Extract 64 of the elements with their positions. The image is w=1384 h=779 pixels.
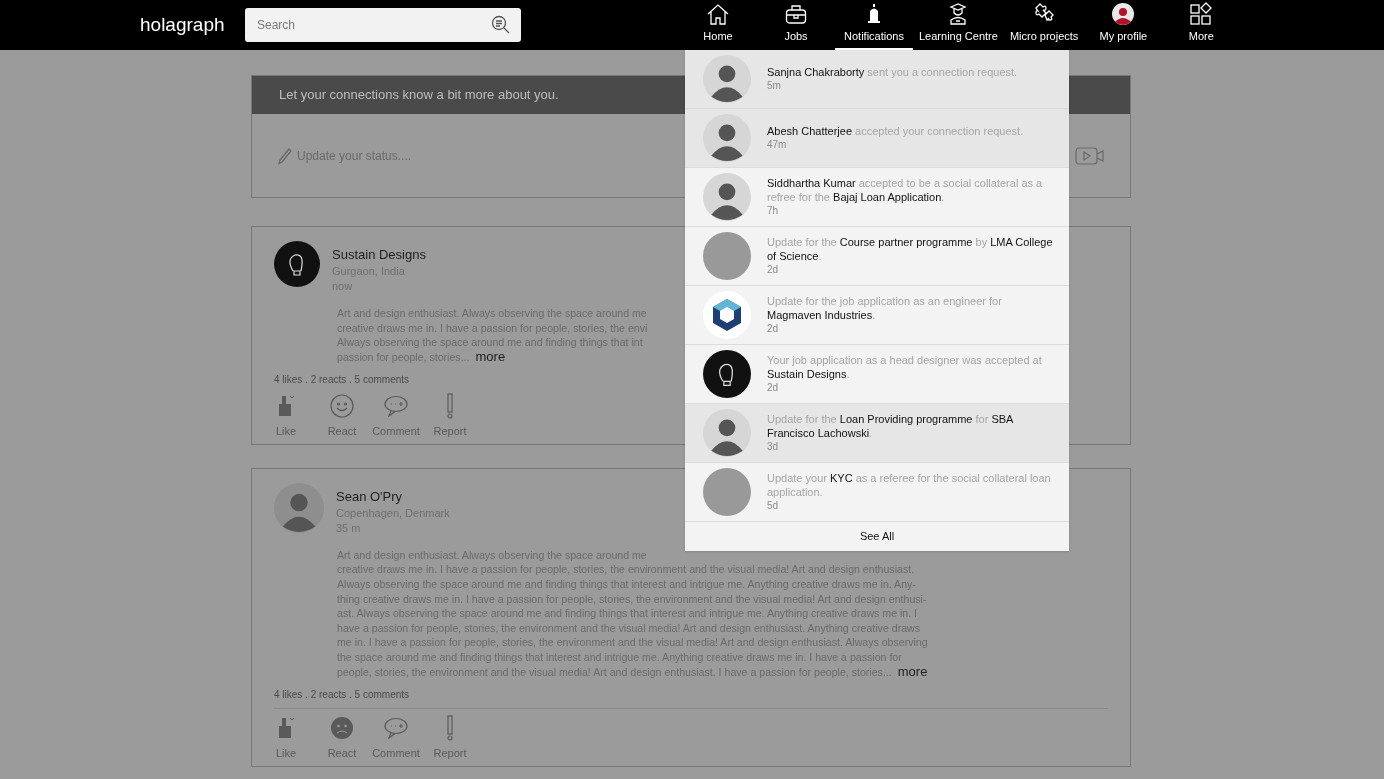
notification-time: 2d [767, 322, 780, 336]
notification-time: 5m [767, 79, 782, 93]
search-icon[interactable] [491, 15, 511, 35]
nav-tab[interactable]: Learning Centre [913, 0, 1004, 50]
nav-tab[interactable]: Jobs [757, 0, 835, 50]
exclamation-icon [446, 715, 454, 742]
graduate-icon [948, 1, 969, 26]
notification-item[interactable]: Abesh Chatterjee accepted your connection request. 47m [685, 109, 1069, 168]
notification-item[interactable]: Update for the job application as an engineer for Magmaven Industries. 2d [685, 286, 1069, 345]
avatar-silhouette [703, 114, 751, 162]
lightbulb-logo [274, 241, 320, 287]
notification-text: Sanjna Chakraborty sent you a connection request. [767, 65, 1018, 79]
avatar-silhouette [703, 173, 751, 221]
avatar-silhouette [703, 55, 751, 103]
notification-text: Update for the Course partner programme by LMA College of Science. [767, 235, 1054, 263]
pencil-icon [277, 146, 293, 165]
notification-item[interactable]: Sanjna Chakraborty sent you a connection request. 5m [685, 50, 1069, 109]
notification-text: Abesh Chatterjee accepted your connection request. [767, 124, 1024, 138]
logo-text: holagraph [140, 12, 226, 37]
post-stats: 4 likes . 2 reacts . 5 comments [274, 373, 410, 388]
home-icon [706, 2, 730, 25]
notification-text: Update your KYC as a referee for the social collateral loan application. [767, 471, 1052, 499]
comment-icon [383, 395, 409, 418]
grid-icon [1189, 1, 1214, 26]
notification-time: 7h [767, 204, 780, 218]
post-author: Sustain Designs [332, 247, 426, 262]
cube-logo [703, 291, 751, 339]
see-all-link[interactable]: See All [685, 522, 1069, 551]
notification-time: 2d [767, 263, 780, 277]
notification-text: Siddhartha Kumar accepted to be a social collateral as a refree for the Bajaj Loan Application. [767, 176, 1044, 204]
notification-text: Update for the Loan Providing programme for SBA Francisco Lachowski. [767, 412, 1014, 440]
avatar-placeholder [703, 468, 751, 516]
more-link[interactable]: more [475, 349, 506, 365]
nav-tab[interactable]: Home [679, 0, 757, 50]
more-link[interactable]: more [897, 664, 928, 680]
sad-face-icon [330, 716, 354, 741]
notification-time: 3d [767, 440, 780, 454]
notification-item[interactable]: Update for the Loan Providing programme for SBA Francisco Lachowski. 3d [685, 404, 1069, 463]
avatar-silhouette [703, 409, 751, 457]
avatar-silhouette [274, 482, 324, 533]
nav-tab[interactable]: My profile [1084, 0, 1163, 50]
notification-time: 5d [767, 499, 780, 513]
notification-text: Your job application as a head designer was accepted at Sustain Designs. [767, 353, 1043, 381]
bell-icon [867, 2, 881, 25]
nav-tab[interactable]: More [1162, 0, 1241, 50]
comment-icon [383, 717, 409, 740]
avatar-placeholder [703, 232, 751, 280]
lightbulb-logo [703, 350, 751, 398]
briefcase-icon [785, 3, 807, 24]
notification-text: Update for the job application as an engineer for Magmaven Industries. [767, 294, 1003, 322]
notification-item[interactable]: Update your KYC as a referee for the social collateral loan application. 5d [685, 463, 1069, 522]
notification-item[interactable]: Siddhartha Kumar accepted to be a social collateral as a refree for the Bajaj Loan Application. 7h [685, 168, 1069, 227]
notification-item[interactable]: Your job application as a head designer was accepted at Sustain Designs. 2d [685, 345, 1069, 404]
nav-tab[interactable]: Micro projects [1003, 0, 1085, 50]
exclamation-icon [446, 393, 454, 420]
search-field[interactable]: Search [245, 8, 521, 42]
profile-avatar-icon [1112, 2, 1135, 25]
notification-time: 2d [767, 381, 780, 395]
notification-time: 47m [767, 138, 788, 152]
status-prompt: Let your connections know a bit more about you. [279, 86, 559, 105]
post-stats: 4 likes . 2 reacts . 5 comments [274, 688, 410, 703]
notification-item[interactable]: Update for the Course partner programme by LMA College of Science. 2d [685, 227, 1069, 286]
post-author: Sean O'Pry [336, 488, 404, 504]
smiley-icon [330, 394, 354, 419]
